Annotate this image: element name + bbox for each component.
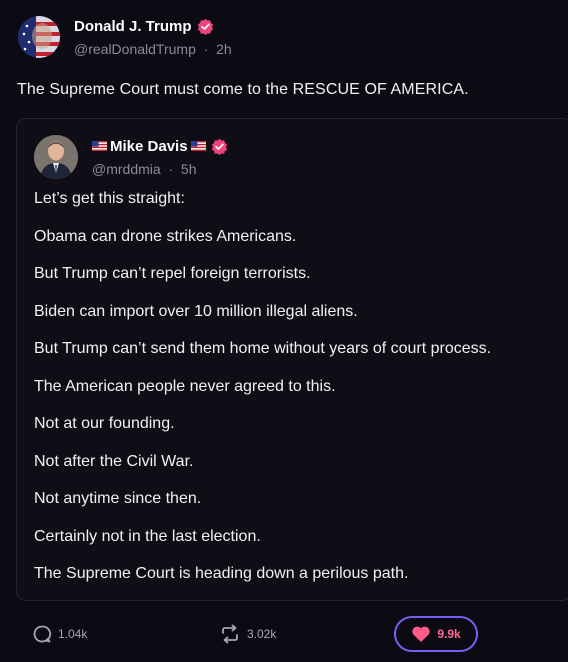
repost-count: 3.02k: [247, 627, 277, 641]
quoted-text-line: But Trump can’t repel foreign terrorists…: [34, 265, 311, 282]
quoted-author-name[interactable]: Mike Davis: [110, 138, 188, 155]
quoted-text-line: Let’s get this straight:: [34, 190, 185, 207]
reply-count: 1.04k: [58, 627, 88, 641]
quoted-avatar[interactable]: [34, 135, 78, 179]
post-text: The Supreme Court must come to the RESCU…: [17, 81, 469, 98]
action-bar: 1.04k 3.02k 9.9k: [0, 612, 568, 656]
heart-icon: [412, 626, 431, 642]
reply-icon: [33, 625, 52, 643]
author-name[interactable]: Donald J. Trump: [74, 18, 192, 35]
us-flag-icon: [190, 141, 206, 151]
quoted-author-handle[interactable]: @mrddmia: [92, 161, 161, 177]
quoted-post-text: Let’s get this straight: Obama can drone…: [34, 190, 564, 603]
quoted-avatar-image: [34, 135, 78, 179]
quoted-post-time[interactable]: 5h: [181, 161, 197, 177]
avatar[interactable]: [18, 16, 60, 58]
like-count: 9.9k: [437, 627, 461, 641]
repost-icon: [222, 624, 238, 644]
like-button[interactable]: 9.9k: [394, 616, 478, 652]
verified-badge-icon: [197, 18, 213, 35]
quoted-text-line: Biden can import over 10 million illegal…: [34, 302, 358, 320]
quoted-text-line: Certainly not in the last election.: [34, 527, 261, 545]
repost-button[interactable]: 3.02k: [219, 624, 276, 644]
us-flag-icon: [92, 141, 107, 151]
quoted-text-line: The American people never agreed to this…: [34, 377, 336, 395]
quoted-text-line: Obama can drone strikes Americans.: [34, 227, 297, 245]
quoted-text-line: Not after the Civil War.: [34, 452, 194, 470]
quoted-text-line: The Supreme Court is heading down a peri…: [34, 565, 409, 582]
quoted-text-line: Not anytime since then.: [34, 490, 202, 507]
post-author: Donald J. Trump @realDonaldTrump · 2h: [18, 16, 232, 58]
post-time[interactable]: 2h: [216, 41, 232, 57]
quoted-author: Mike Davis @mrddmia · 5h: [34, 135, 228, 179]
quoted-text-line: But Trump can’t send them home without y…: [34, 340, 492, 357]
verified-badge-icon: [211, 138, 227, 155]
author-handle[interactable]: @realDonaldTrump: [74, 41, 196, 57]
post-card: Donald J. Trump @realDonaldTrump · 2h Th…: [0, 0, 568, 662]
avatar-image: [18, 16, 60, 58]
separator-dot: ·: [164, 160, 178, 177]
quoted-text-line: Not at our founding.: [34, 415, 175, 432]
quoted-post[interactable]: Mike Davis @mrddmia · 5h Let’s get this …: [16, 118, 568, 601]
reply-button[interactable]: 1.04k: [32, 624, 87, 644]
separator-dot: ·: [199, 40, 213, 57]
